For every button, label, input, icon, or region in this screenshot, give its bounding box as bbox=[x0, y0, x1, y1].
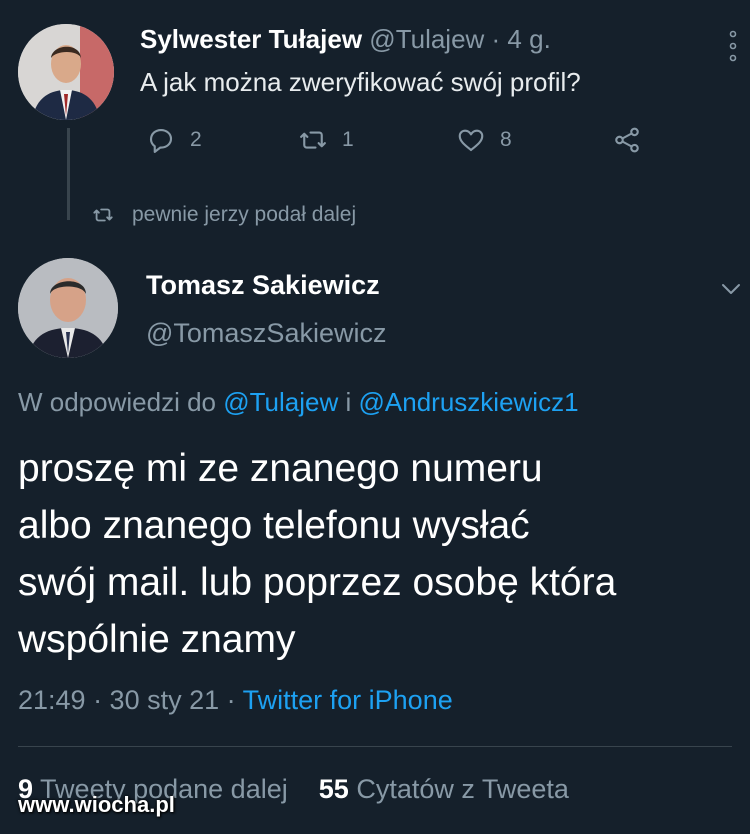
tweet-text-line: proszę mi ze znanego numeru bbox=[18, 447, 543, 490]
reply-button[interactable]: 2 bbox=[146, 125, 202, 155]
more-options-icon[interactable] bbox=[728, 28, 738, 64]
reply-conjunction: i bbox=[345, 387, 352, 417]
quotes-stat[interactable]: 55 Cytatów z Tweeta bbox=[319, 774, 569, 804]
tweet-text-line: albo znanego telefonu wysłać bbox=[18, 504, 530, 547]
author-name[interactable]: Tomasz Sakiewicz bbox=[146, 270, 380, 301]
retweet-icon bbox=[300, 131, 326, 149]
retweet-icon bbox=[93, 208, 113, 222]
retweet-count: 1 bbox=[342, 128, 354, 151]
reply-context: W odpowiedzi do @Tulajew i @Andruszkiewi… bbox=[18, 387, 579, 418]
tweet-header: Sylwester Tułajew @Tulajew · 4 g. bbox=[140, 24, 551, 55]
retweeted-by[interactable]: pewnie jerzy podał dalej bbox=[92, 203, 356, 227]
tweet-text-line: wspólnie znamy bbox=[18, 618, 296, 661]
mention-link[interactable]: @Tulajew bbox=[223, 387, 338, 417]
divider bbox=[18, 746, 732, 747]
reply-count: 2 bbox=[190, 128, 202, 151]
watermark: www.wiocha.pl bbox=[18, 792, 175, 817]
like-button[interactable]: 8 bbox=[456, 125, 512, 155]
like-count: 8 bbox=[500, 128, 512, 151]
share-icon bbox=[615, 127, 639, 153]
tweet-text: proszę mi ze znanego numeru albo znanego… bbox=[18, 440, 616, 668]
tweet-text: A jak można zweryfikować swój profil? bbox=[140, 67, 581, 97]
thread-line bbox=[67, 128, 70, 220]
reply-icon bbox=[149, 128, 173, 153]
heart-icon bbox=[458, 129, 484, 152]
source-link[interactable]: Twitter for iPhone bbox=[243, 685, 453, 715]
handle-time: @Tulajew · 4 g. bbox=[369, 24, 551, 54]
tweet-meta: 21:49 · 30 sty 21 · Twitter for iPhone bbox=[18, 685, 453, 716]
retweet-button[interactable]: 1 bbox=[298, 125, 354, 155]
quotes-count: 55 bbox=[318, 774, 349, 804]
avatar[interactable] bbox=[18, 258, 118, 358]
person-photo bbox=[18, 258, 118, 358]
share-button[interactable] bbox=[612, 125, 642, 155]
reply-prefix: W odpowiedzi do bbox=[18, 387, 216, 417]
chevron-down-icon[interactable] bbox=[720, 282, 742, 301]
retweet-note: pewnie jerzy podał dalej bbox=[132, 203, 357, 226]
author-name[interactable]: Sylwester Tułajew bbox=[140, 24, 362, 54]
author-handle[interactable]: @TomaszSakiewicz bbox=[146, 318, 386, 349]
mention-link[interactable]: @Andruszkiewicz1 bbox=[359, 387, 579, 417]
timestamp[interactable]: 21:49 · 30 sty 21 · bbox=[18, 685, 236, 715]
quotes-label: Cytatów z Tweeta bbox=[356, 774, 569, 804]
person-photo bbox=[18, 24, 114, 120]
tweet-text-line: swój mail. lub poprzez osobę która bbox=[18, 561, 617, 604]
avatar[interactable] bbox=[18, 24, 114, 120]
